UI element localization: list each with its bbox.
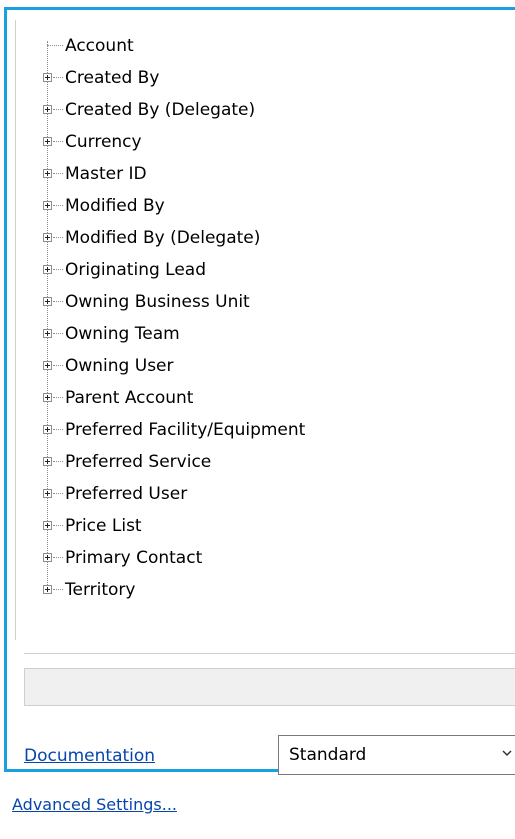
expand-icon[interactable]	[43, 265, 52, 274]
expand-icon[interactable]	[43, 297, 52, 306]
relationship-tree: Account Created By Created By (Delegate)…	[15, 20, 515, 640]
tree-item-label: Modified By (Delegate)	[65, 228, 261, 248]
tree-item-label: Modified By	[65, 196, 165, 216]
status-bar	[24, 668, 515, 706]
documentation-link[interactable]: Documentation	[24, 746, 155, 766]
tree-connector	[53, 109, 63, 110]
tree-item-label: Currency	[65, 132, 142, 152]
tree-connector	[53, 429, 63, 430]
tree-connector	[53, 589, 63, 590]
panel-divider	[24, 653, 515, 654]
tree-connector	[53, 397, 63, 398]
tree-item-label: Owning User	[65, 356, 174, 376]
tree-item-label: Owning Business Unit	[65, 292, 250, 312]
chevron-down-icon	[502, 750, 512, 757]
tree-connector	[53, 301, 63, 302]
tree-connector	[53, 557, 63, 558]
expand-icon[interactable]	[43, 521, 52, 530]
tree-connector	[53, 141, 63, 142]
relationship-panel: Account Created By Created By (Delegate)…	[4, 7, 515, 775]
expand-icon[interactable]	[43, 585, 52, 594]
mode-select-value: Standard	[289, 745, 367, 765]
expand-icon[interactable]	[43, 73, 52, 82]
mode-select[interactable]: Standard	[278, 735, 515, 775]
tree-root-label: Account	[65, 36, 134, 56]
tree-item-label: Parent Account	[65, 388, 194, 408]
tree-connector	[53, 77, 63, 78]
tree-item-label: Master ID	[65, 164, 147, 184]
tree-connector	[53, 237, 63, 238]
tree-item-label: Created By (Delegate)	[65, 100, 256, 120]
tree-connector	[53, 269, 63, 270]
tree-item-label: Primary Contact	[65, 548, 203, 568]
advanced-settings-link[interactable]: Advanced Settings...	[12, 795, 177, 814]
tree-connector	[53, 173, 63, 174]
tree-item-label: Owning Team	[65, 324, 180, 344]
expand-icon[interactable]	[43, 329, 52, 338]
tree-connector	[53, 205, 63, 206]
expand-icon[interactable]	[43, 137, 52, 146]
tree-item-label: Preferred Service	[65, 452, 212, 472]
expand-icon[interactable]	[43, 201, 52, 210]
tree-item-label: Originating Lead	[65, 260, 206, 280]
expand-icon[interactable]	[43, 169, 52, 178]
tree-connector	[53, 333, 63, 334]
expand-icon[interactable]	[43, 489, 52, 498]
tree-connector	[47, 45, 63, 46]
tree-item-label: Created By	[65, 68, 160, 88]
tree-connector	[53, 461, 63, 462]
tree-item-label: Preferred User	[65, 484, 188, 504]
tree-item-label: Price List	[65, 516, 142, 536]
tree-vertical-line	[47, 41, 48, 593]
expand-icon[interactable]	[43, 361, 52, 370]
tree-connector	[53, 525, 63, 526]
expand-icon[interactable]	[43, 425, 52, 434]
tree-item-label: Territory	[65, 580, 136, 600]
expand-icon[interactable]	[43, 233, 52, 242]
tree-item-label: Preferred Facility/Equipment	[65, 420, 306, 440]
expand-icon[interactable]	[43, 457, 52, 466]
tree-connector	[53, 493, 63, 494]
expand-icon[interactable]	[43, 105, 52, 114]
expand-icon[interactable]	[43, 553, 52, 562]
tree-connector	[53, 365, 63, 366]
expand-icon[interactable]	[43, 393, 52, 402]
